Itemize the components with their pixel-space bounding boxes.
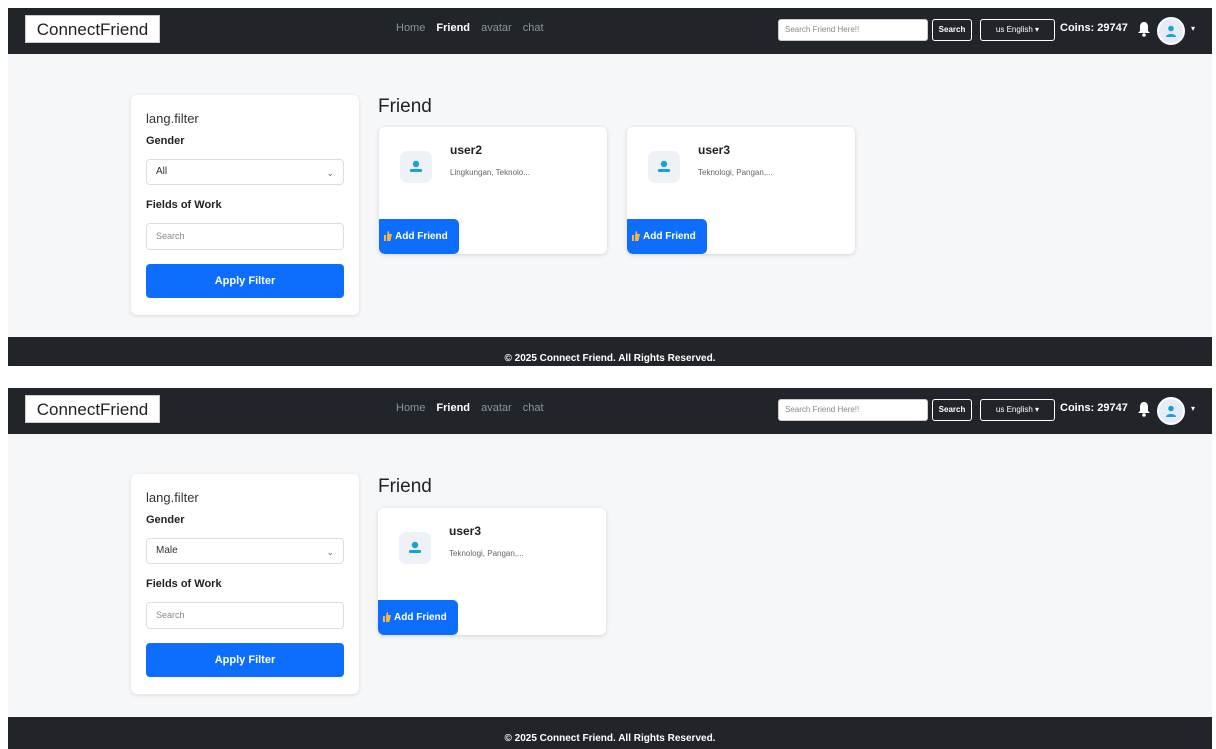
gender-label: Gender bbox=[146, 135, 185, 147]
gender-value: Male bbox=[156, 545, 178, 556]
language-dropdown[interactable]: us English ▾ bbox=[980, 399, 1055, 421]
chevron-down-icon: ⌄ bbox=[326, 168, 334, 178]
apply-filter-button[interactable]: Apply Filter bbox=[146, 264, 344, 298]
fields-search-input[interactable]: Search bbox=[146, 223, 344, 250]
nav-chat[interactable]: chat bbox=[523, 22, 544, 34]
gender-value: All bbox=[156, 166, 168, 177]
brand-logo[interactable]: ConnectFriend bbox=[25, 395, 160, 423]
coins-display: Coins: 29747 bbox=[1060, 402, 1128, 414]
caret-down-icon[interactable]: ▾ bbox=[1191, 24, 1195, 33]
bell-icon[interactable] bbox=[1137, 401, 1151, 422]
gender-select[interactable]: All ⌄ bbox=[146, 159, 344, 185]
friend-fields: Lingkungan, Teknolo... bbox=[450, 168, 530, 177]
friend-name: user2 bbox=[450, 143, 483, 157]
profile-avatar[interactable] bbox=[1157, 397, 1185, 425]
friend-card: user2 Lingkungan, Teknolo... Add Friend bbox=[379, 127, 607, 254]
friend-fields: Teknologi, Pangan,... bbox=[698, 168, 773, 177]
filter-card: lang.filter Gender All ⌄ Fields of Work … bbox=[131, 95, 359, 315]
nav-avatar[interactable]: avatar bbox=[481, 402, 512, 414]
language-label: us English bbox=[995, 405, 1033, 414]
language-label: us English bbox=[995, 25, 1033, 34]
add-friend-label: Add Friend bbox=[395, 231, 448, 242]
nav-links: Home Friend avatar chat bbox=[396, 402, 552, 414]
navbar: ConnectFriend Home Friend avatar chat Se… bbox=[8, 8, 1212, 54]
nav-home[interactable]: Home bbox=[396, 402, 425, 414]
add-friend-button[interactable]: Add Friend bbox=[627, 219, 707, 254]
friend-avatar bbox=[399, 532, 431, 564]
friend-card: user3 Teknologi, Pangan,... Add Friend bbox=[378, 508, 606, 635]
nav-avatar[interactable]: avatar bbox=[481, 22, 512, 34]
search-input[interactable]: Search Friend Here!! bbox=[778, 19, 928, 41]
nav-friend[interactable]: Friend bbox=[436, 402, 470, 414]
section-title: Friend bbox=[378, 96, 432, 117]
language-dropdown[interactable]: us English ▾ bbox=[980, 19, 1055, 41]
fields-label: Fields of Work bbox=[146, 578, 222, 590]
fields-search-input[interactable]: Search bbox=[146, 602, 344, 629]
footer: © 2025 Connect Friend. All Rights Reserv… bbox=[8, 717, 1212, 749]
caret-down-icon[interactable]: ▾ bbox=[1191, 404, 1195, 413]
friend-name: user3 bbox=[449, 524, 482, 538]
screenshot-top: ConnectFriend Home Friend avatar chat Se… bbox=[8, 8, 1212, 366]
user-icon bbox=[410, 160, 422, 172]
profile-avatar[interactable] bbox=[1157, 17, 1185, 45]
screenshot-bottom: ConnectFriend Home Friend avatar chat Se… bbox=[8, 388, 1212, 749]
apply-filter-button[interactable]: Apply Filter bbox=[146, 643, 344, 677]
search-button[interactable]: Search bbox=[932, 19, 972, 41]
search-input[interactable]: Search Friend Here!! bbox=[778, 399, 928, 421]
filter-title: lang.filter bbox=[146, 111, 199, 126]
nav-links: Home Friend avatar chat bbox=[396, 22, 552, 34]
brand-logo[interactable]: ConnectFriend bbox=[25, 15, 160, 43]
friend-avatar bbox=[648, 151, 680, 183]
add-friend-button[interactable]: Add Friend bbox=[379, 219, 459, 254]
bell-icon[interactable] bbox=[1137, 21, 1151, 42]
filter-card: lang.filter Gender Male ⌄ Fields of Work… bbox=[131, 474, 359, 694]
gender-label: Gender bbox=[146, 514, 185, 526]
friend-avatar bbox=[400, 151, 432, 183]
search-button[interactable]: Search bbox=[932, 399, 972, 421]
filter-title: lang.filter bbox=[146, 490, 199, 505]
fields-label: Fields of Work bbox=[146, 199, 222, 211]
nav-home[interactable]: Home bbox=[396, 22, 425, 34]
section-title: Friend bbox=[378, 476, 432, 497]
user-icon bbox=[1166, 405, 1176, 417]
add-friend-label: Add Friend bbox=[643, 231, 696, 242]
navbar: ConnectFriend Home Friend avatar chat Se… bbox=[8, 388, 1212, 434]
chevron-down-icon: ⌄ bbox=[326, 547, 334, 557]
thumbs-up-icon bbox=[383, 612, 391, 623]
user-icon bbox=[409, 541, 421, 553]
add-friend-button[interactable]: Add Friend bbox=[378, 600, 458, 635]
friend-name: user3 bbox=[698, 143, 731, 157]
add-friend-label: Add Friend bbox=[394, 612, 447, 623]
nav-friend[interactable]: Friend bbox=[436, 22, 470, 34]
gender-select[interactable]: Male ⌄ bbox=[146, 538, 344, 564]
nav-chat[interactable]: chat bbox=[523, 402, 544, 414]
friend-fields: Teknologi, Pangan,... bbox=[449, 549, 524, 558]
thumbs-up-icon bbox=[632, 231, 640, 242]
footer: © 2025 Connect Friend. All Rights Reserv… bbox=[8, 337, 1212, 366]
friend-card: user3 Teknologi, Pangan,... Add Friend bbox=[627, 127, 855, 254]
coins-display: Coins: 29747 bbox=[1060, 22, 1128, 34]
thumbs-up-icon bbox=[384, 231, 392, 242]
user-icon bbox=[658, 160, 670, 172]
user-icon bbox=[1166, 25, 1176, 37]
